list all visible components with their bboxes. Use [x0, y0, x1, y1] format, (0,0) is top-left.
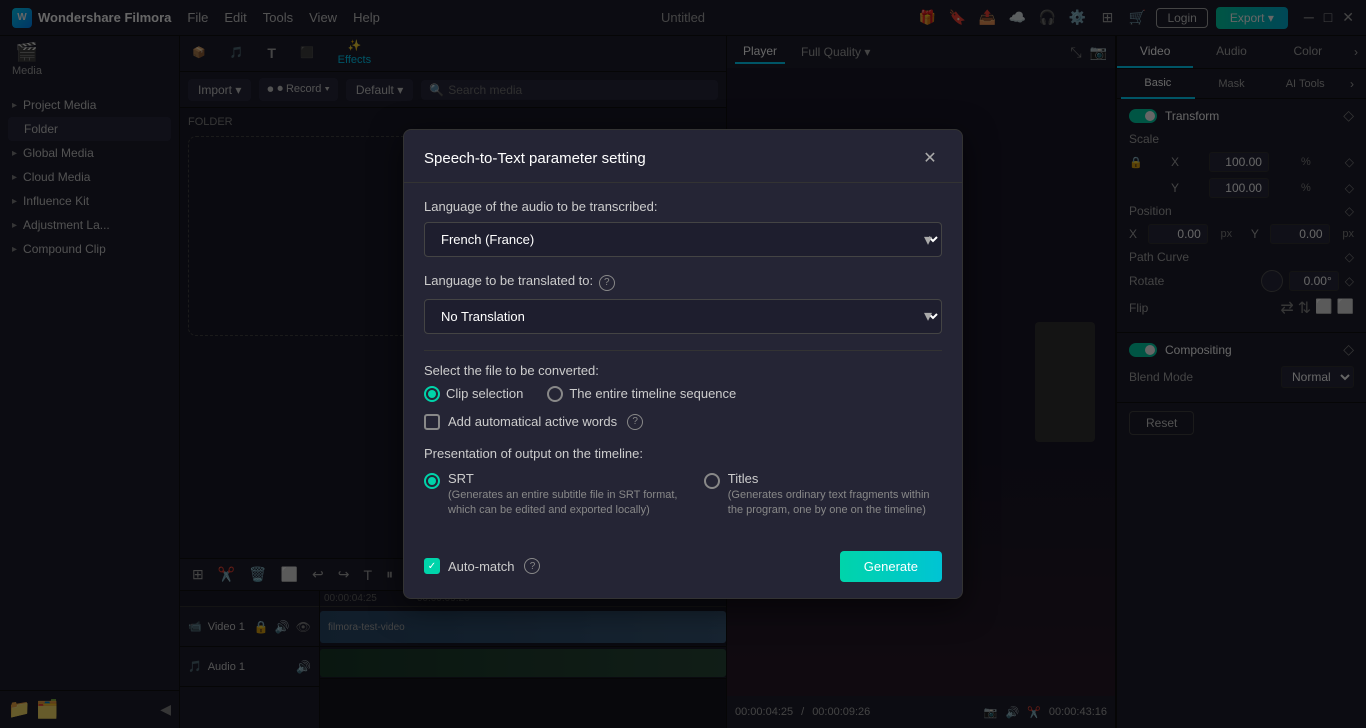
- titles-radio[interactable]: [704, 473, 720, 489]
- auto-match-row: ✓ Auto-match ?: [424, 558, 540, 574]
- audio-lang-label: Language of the audio to be transcribed:: [424, 199, 942, 214]
- modal-header: Speech-to-Text parameter setting ✕: [404, 130, 962, 183]
- clip-selection-radio[interactable]: [424, 386, 440, 402]
- auto-active-label: Add automatical active words: [448, 414, 617, 429]
- modal-footer: ✓ Auto-match ? Generate: [404, 551, 962, 598]
- auto-match-help-icon[interactable]: ?: [524, 558, 540, 574]
- generate-button[interactable]: Generate: [840, 551, 942, 582]
- translate-select[interactable]: No Translation: [424, 299, 942, 334]
- clip-selection-label: Clip selection: [446, 386, 523, 401]
- entire-timeline-option[interactable]: The entire timeline sequence: [547, 386, 736, 402]
- srt-radio[interactable]: [424, 473, 440, 489]
- titles-desc: (Generates ordinary text fragments withi…: [728, 488, 942, 519]
- titles-option: Titles (Generates ordinary text fragment…: [704, 471, 942, 519]
- translate-help-icon[interactable]: ?: [599, 275, 615, 291]
- entire-timeline-radio[interactable]: [547, 386, 563, 402]
- audio-lang-wrapper: French (France) ▾: [424, 222, 942, 257]
- titles-label: Titles: [728, 471, 942, 486]
- translate-label: Language to be translated to: ?: [424, 273, 942, 291]
- translate-label-text: Language to be translated to:: [424, 273, 593, 288]
- translate-wrapper: No Translation ▾: [424, 299, 942, 334]
- srt-label: SRT: [448, 471, 680, 486]
- modal-body: Language of the audio to be transcribed:…: [404, 183, 962, 550]
- auto-active-checkbox[interactable]: [424, 414, 440, 430]
- auto-active-help-icon[interactable]: ?: [627, 414, 643, 430]
- auto-match-label: Auto-match: [448, 559, 514, 574]
- modal-title: Speech-to-Text parameter setting: [424, 150, 646, 167]
- speech-to-text-modal: Speech-to-Text parameter setting ✕ Langu…: [403, 129, 963, 598]
- auto-match-checkbox[interactable]: ✓: [424, 558, 440, 574]
- clip-selection-option[interactable]: Clip selection: [424, 386, 523, 402]
- file-convert-group: Clip selection The entire timeline seque…: [424, 386, 942, 402]
- titles-content: Titles (Generates ordinary text fragment…: [728, 471, 942, 519]
- modal-overlay: Speech-to-Text parameter setting ✕ Langu…: [0, 0, 1366, 728]
- srt-content: SRT (Generates an entire subtitle file i…: [448, 471, 680, 519]
- file-convert-label: Select the file to be converted:: [424, 363, 942, 378]
- output-label: Presentation of output on the timeline:: [424, 446, 942, 461]
- output-options: SRT (Generates an entire subtitle file i…: [424, 471, 942, 519]
- divider-1: [424, 350, 942, 351]
- srt-desc: (Generates an entire subtitle file in SR…: [448, 488, 680, 519]
- audio-lang-select[interactable]: French (France): [424, 222, 942, 257]
- srt-option: SRT (Generates an entire subtitle file i…: [424, 471, 680, 519]
- entire-timeline-label: The entire timeline sequence: [569, 386, 736, 401]
- modal-close-button[interactable]: ✕: [918, 146, 942, 170]
- auto-active-row: Add automatical active words ?: [424, 414, 942, 430]
